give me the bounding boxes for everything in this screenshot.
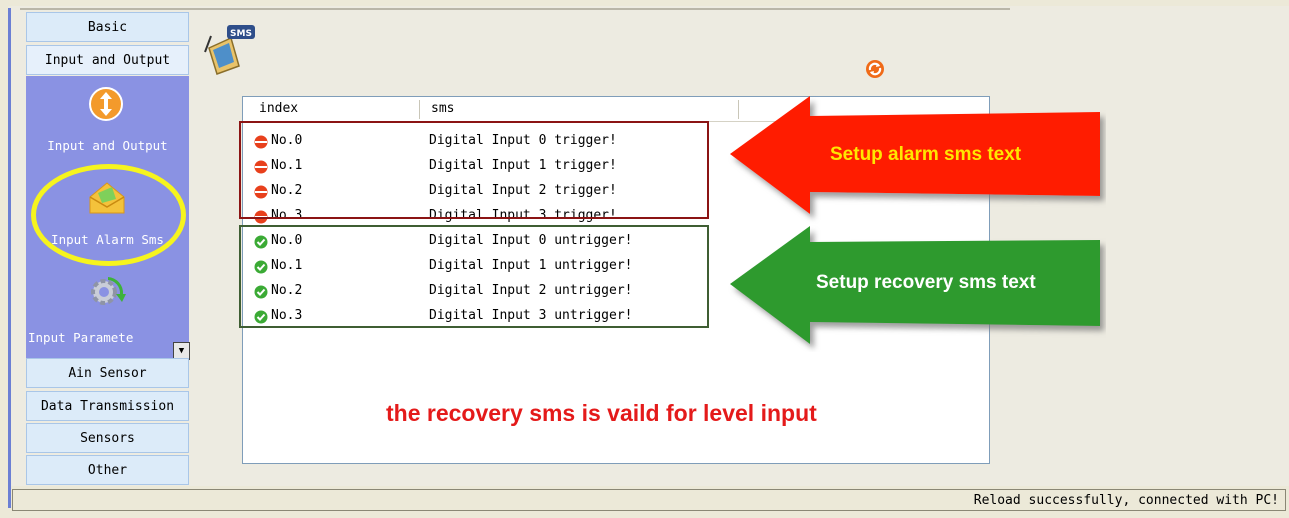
- sidebar-item-input-parameter[interactable]: Input Paramete: [28, 330, 191, 345]
- highlight-circle: [31, 164, 186, 266]
- sms-badge-text: SMS: [230, 29, 252, 39]
- refresh-icon[interactable]: [865, 59, 885, 79]
- status-bar: Reload successfully, connected with PC!: [12, 489, 1286, 511]
- category-data-transmission[interactable]: Data Transmission: [26, 391, 189, 421]
- category-label: Data Transmission: [40, 398, 175, 414]
- category-label: Other: [87, 462, 128, 478]
- category-input-output[interactable]: Input and Output: [26, 45, 189, 75]
- category-basic[interactable]: Basic: [26, 12, 189, 42]
- category-sensors[interactable]: Sensors: [26, 423, 189, 453]
- column-header-sms[interactable]: sms: [431, 101, 454, 116]
- category-other[interactable]: Other: [26, 455, 189, 485]
- gear-refresh-icon[interactable]: [84, 272, 128, 312]
- alarm-arrow-label: Setup alarm sms text: [830, 144, 1022, 165]
- category-label: Ain Sensor: [68, 365, 147, 381]
- window-left-border: [8, 8, 11, 508]
- recovery-rows-highlight: [239, 225, 709, 328]
- top-divider: [20, 8, 1010, 10]
- alarm-rows-highlight: [239, 121, 709, 219]
- recovery-arrow-label: Setup recovery sms text: [816, 272, 1036, 293]
- recovery-note: the recovery sms is vaild for level inpu…: [386, 400, 817, 426]
- swap-arrows-icon[interactable]: [86, 84, 126, 124]
- column-header-index[interactable]: index: [259, 101, 298, 116]
- category-label: Input and Output: [44, 52, 171, 68]
- category-label: Sensors: [80, 430, 135, 446]
- category-label: Basic: [87, 19, 128, 35]
- sidebar-item-input-output[interactable]: Input and Output: [26, 138, 189, 153]
- category-ain-sensor[interactable]: Ain Sensor: [26, 358, 189, 388]
- sms-phone-icon: SMS: [203, 22, 258, 77]
- status-text: Reload successfully, connected with PC!: [973, 493, 1279, 508]
